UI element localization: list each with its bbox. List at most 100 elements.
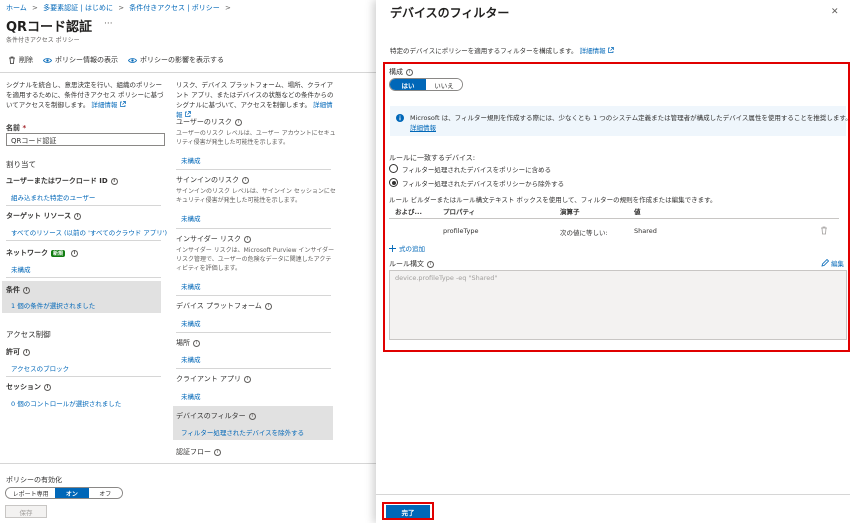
info-icon: i	[406, 68, 413, 76]
device-filter-value-link[interactable]: フィルター処理されたデバイスを除外する	[181, 427, 304, 437]
network-value-link[interactable]: 未構成	[11, 264, 31, 274]
enable-policy-label: ポリシーの有効化	[6, 476, 62, 484]
on-option[interactable]: オン	[55, 488, 89, 498]
trash-icon[interactable]	[820, 226, 828, 235]
breadcrumb-ca-policy[interactable]: 条件付きアクセス | ポリシー	[129, 4, 219, 12]
divider	[6, 277, 161, 278]
edit-syntax-button[interactable]: 編集	[821, 258, 844, 268]
target-resources-label: ターゲット リソース i	[6, 211, 82, 221]
user-risk-value-link[interactable]: 未構成	[181, 155, 201, 165]
target-resources-link[interactable]: すべてのリソース (以前の 'すべてのクラウド アプリ')	[11, 227, 167, 237]
done-button[interactable]: 完了	[386, 505, 430, 518]
recommendation-notice: Microsoft は、フィルター規則を作成する際には、少なくとも 1 つのシス…	[390, 106, 850, 136]
new-badge: 新規	[51, 249, 66, 257]
save-button[interactable]: 保存	[5, 505, 47, 518]
users-label: ユーザーまたはワークロード ID i	[6, 176, 118, 186]
policy-blade: ホーム > 多要素認証 | はじめに > 条件付きアクセス | ポリシー > Q…	[0, 0, 376, 523]
matching-devices-label: ルールに一致するデバイス:	[389, 154, 476, 162]
policy-name-input[interactable]: QRコード認証	[6, 133, 165, 146]
locations-value-link[interactable]: 未構成	[181, 354, 201, 364]
rule-syntax-label: ルール構文 i	[389, 259, 434, 269]
info-icon: i	[74, 212, 82, 220]
page-title: QRコード認証	[6, 20, 93, 35]
signin-risk-value-link[interactable]: 未構成	[181, 213, 201, 223]
eye-icon	[43, 57, 52, 63]
exclude-radio[interactable]	[389, 178, 398, 187]
breadcrumb-mfa[interactable]: 多要素認証 | はじめに	[43, 4, 113, 12]
conditions-label: 条件 i	[6, 285, 30, 295]
table-header-operator: 演算子	[560, 208, 580, 216]
divider	[176, 368, 331, 369]
client-apps-value-link[interactable]: 未構成	[181, 391, 201, 401]
delete-label: 削除	[19, 56, 33, 64]
delete-button[interactable]: 削除	[8, 55, 33, 65]
rule-syntax-text: device.profileType -eq "Shared"	[395, 274, 498, 282]
info-icon: i	[234, 118, 242, 126]
include-radio[interactable]	[389, 164, 398, 173]
client-apps-label: クライアント アプリ i	[176, 374, 251, 384]
info-icon: i	[427, 260, 434, 268]
configure-toggle: はい いいえ	[389, 78, 463, 91]
insider-risk-value-link[interactable]: 未構成	[181, 281, 201, 291]
info-icon: i	[243, 235, 251, 243]
external-link-icon	[119, 101, 126, 107]
signin-risk-desc: サインインのリスク レベルは、サインイン セッションにセキュリティ侵害が発生した…	[176, 188, 336, 204]
info-icon: i	[264, 302, 272, 310]
info-icon: i	[243, 375, 251, 383]
info-icon: i	[110, 177, 118, 185]
add-expression-button[interactable]: 式の追加	[389, 243, 425, 253]
grant-label: 許可 i	[6, 347, 30, 357]
info-icon: i	[44, 383, 51, 391]
divider	[176, 169, 331, 170]
breadcrumb-sep: >	[225, 4, 231, 12]
row-property[interactable]: profileType	[443, 227, 478, 235]
rule-syntax-textarea[interactable]: device.profileType -eq "Shared"	[389, 270, 847, 340]
external-link-icon	[607, 47, 614, 53]
view-policy-info-button[interactable]: ポリシー情報の表示	[43, 55, 118, 65]
flyout-title: デバイスのフィルター	[390, 6, 510, 20]
auth-flows-label: 認証フロー i	[176, 447, 221, 457]
notice-learn-more-link[interactable]: 詳細情報	[410, 122, 436, 132]
breadcrumb-sep: >	[32, 4, 38, 12]
no-option[interactable]: いいえ	[426, 79, 462, 90]
conditions-intro: リスク、デバイス プラットフォーム、場所、クライアント アプリ、またはデバイスの…	[176, 81, 334, 119]
info-icon: i	[23, 286, 30, 294]
page-subtitle: 条件付きアクセス ポリシー	[6, 37, 80, 44]
eye-icon	[128, 57, 137, 63]
notice-text: Microsoft は、フィルター規則を作成する際には、少なくとも 1 つのシス…	[410, 114, 850, 122]
off-option[interactable]: オフ	[88, 488, 122, 498]
table-header-andor: および...	[395, 208, 422, 216]
trash-icon	[9, 56, 15, 64]
row-operator[interactable]: 次の値に等しい:	[560, 227, 608, 237]
plus-icon	[389, 244, 396, 252]
yes-option[interactable]: はい	[390, 79, 426, 90]
builder-description: ルール ビルダーまたはルール構文テキスト ボックスを使用して、フィルターの規則を…	[389, 196, 717, 204]
learn-more-link[interactable]: 詳細情報	[580, 47, 606, 55]
access-controls-heading: アクセス制御	[6, 330, 51, 339]
rule-table: および... プロパティ 演算子 値 profileType 次の値に等しい: …	[389, 206, 839, 242]
table-row[interactable]: profileType 次の値に等しい: Shared	[389, 220, 839, 242]
device-platform-value-link[interactable]: 未構成	[181, 318, 201, 328]
view-policy-impact-button[interactable]: ポリシーの影響を表示する	[128, 55, 224, 65]
divider	[176, 228, 331, 229]
device-filter-label: デバイスのフィルター i	[176, 411, 256, 421]
close-icon[interactable]: ✕	[831, 7, 839, 17]
learn-more-link[interactable]: 詳細情報	[91, 101, 117, 109]
session-value-link[interactable]: 0 個のコントロールが選択されました	[11, 398, 121, 408]
users-value-link[interactable]: 組み込まれた特定のユーザー	[11, 192, 95, 202]
flyout-footer-divider	[376, 494, 850, 495]
conditions-value-link[interactable]: 1 個の条件が選択されました	[11, 300, 95, 310]
device-filter-flyout: デバイスのフィルター ✕ 特定のデバイスにポリシーを適用するフィルターを構成しま…	[376, 0, 850, 523]
divider	[6, 240, 161, 241]
assignments-heading: 割り当て	[6, 160, 36, 169]
report-only-option[interactable]: レポート専用	[6, 488, 56, 498]
more-options-icon[interactable]: ···	[104, 19, 113, 29]
view-policy-info-label: ポリシー情報の表示	[55, 56, 118, 64]
grant-value-link[interactable]: アクセスのブロック	[11, 363, 69, 373]
breadcrumb-home[interactable]: ホーム	[6, 4, 27, 12]
divider	[176, 295, 331, 296]
table-header-value: 値	[634, 208, 641, 216]
divider	[6, 205, 161, 206]
include-label: フィルター処理されたデバイスをポリシーに含める	[402, 166, 552, 174]
row-value[interactable]: Shared	[634, 227, 657, 235]
